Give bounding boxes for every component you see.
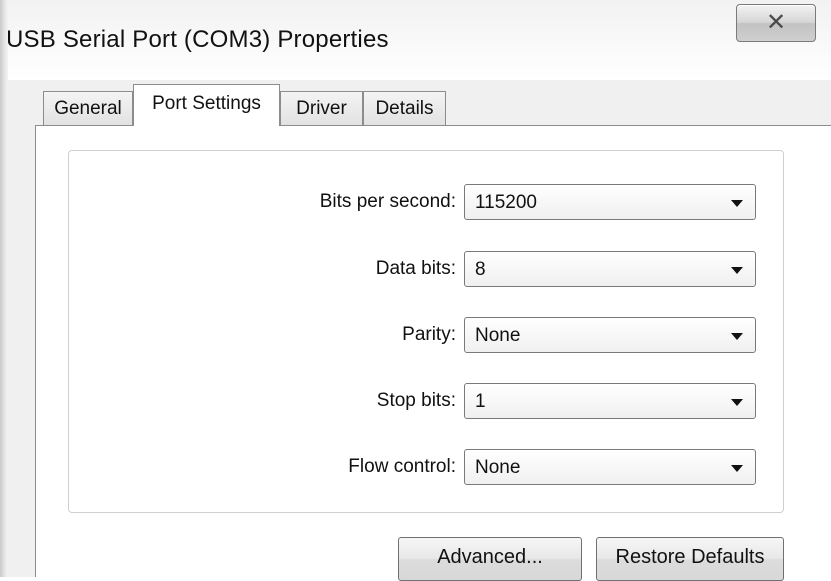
flow-control-label: Flow control: (348, 456, 456, 477)
stop-bits-label: Stop bits: (376, 390, 456, 411)
parity-value: None (475, 325, 521, 346)
tab-details-label: Details (375, 98, 434, 119)
stop-bits-value: 1 (475, 391, 486, 412)
chevron-down-icon (731, 399, 743, 406)
tab-driver-label: Driver (296, 98, 347, 119)
parity-select[interactable]: None (464, 317, 756, 353)
bits-per-second-value: 115200 (475, 192, 537, 213)
properties-window: USB Serial Port (COM3) Properties ✕ Gene… (0, 0, 831, 581)
chevron-down-icon (731, 465, 743, 472)
flow-control-value: None (475, 457, 521, 478)
restore-defaults-button[interactable]: Restore Defaults (596, 537, 784, 581)
chevron-down-icon (731, 333, 743, 340)
window-title: USB Serial Port (COM3) Properties (6, 26, 389, 53)
tab-general-label: General (54, 98, 122, 119)
tab-port-settings-label: Port Settings (152, 93, 261, 114)
bits-per-second-label: Bits per second: (319, 191, 456, 212)
title-bar[interactable]: USB Serial Port (COM3) Properties ✕ (0, 0, 831, 80)
chevron-down-icon (731, 200, 743, 207)
flow-control-select[interactable]: None (464, 449, 756, 485)
chevron-down-icon (731, 267, 743, 274)
tab-port-settings[interactable]: Port Settings (133, 84, 280, 126)
tab-general[interactable]: General (43, 91, 133, 125)
close-icon: ✕ (765, 8, 787, 36)
stop-bits-select[interactable]: 1 (464, 383, 756, 419)
data-bits-label: Data bits: (375, 258, 456, 279)
restore-defaults-button-label: Restore Defaults (615, 546, 765, 568)
tab-driver[interactable]: Driver (280, 91, 363, 125)
data-bits-value: 8 (475, 259, 486, 280)
window-left-border (0, 0, 8, 577)
bits-per-second-select[interactable]: 115200 (464, 184, 756, 220)
data-bits-select[interactable]: 8 (464, 251, 756, 287)
tab-details[interactable]: Details (363, 91, 446, 125)
parity-label: Parity: (402, 324, 456, 345)
close-button[interactable]: ✕ (736, 4, 816, 42)
advanced-button[interactable]: Advanced... (398, 537, 582, 581)
advanced-button-label: Advanced... (437, 546, 543, 568)
